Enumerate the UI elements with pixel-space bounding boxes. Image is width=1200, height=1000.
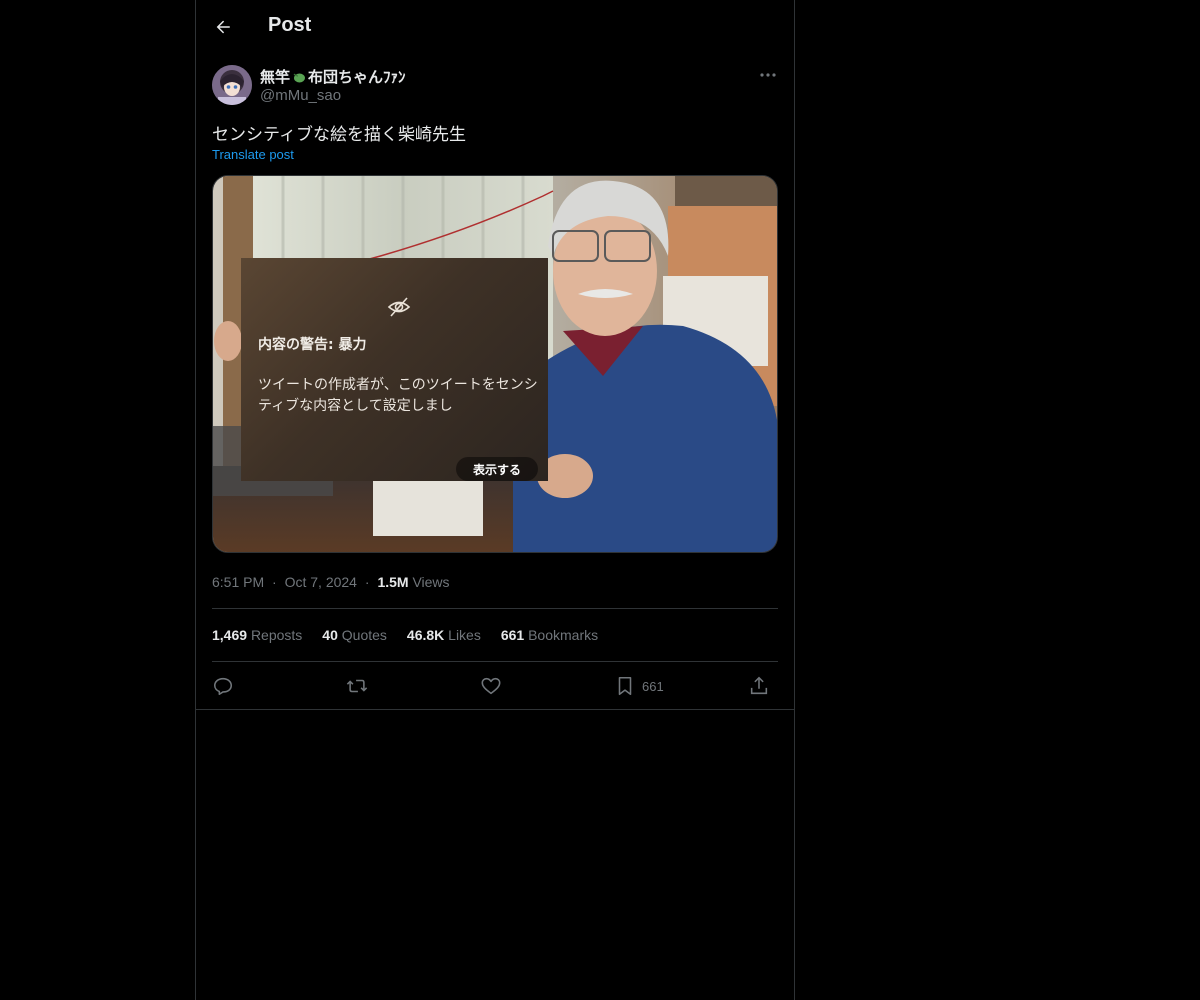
share-button[interactable] bbox=[748, 675, 770, 697]
stat-number: 661 bbox=[500, 627, 525, 643]
bookmark-icon bbox=[618, 676, 632, 696]
post-column: Post 無竿 布団ちゃんﾌｧﾝ @mMu_sao センシティブな絵を描く柴崎先… bbox=[195, 0, 795, 1000]
stat-label: Quotes bbox=[341, 627, 387, 643]
post-time[interactable]: 6:51 PM bbox=[212, 574, 264, 590]
divider bbox=[196, 709, 794, 710]
leaf-emoji-icon bbox=[293, 73, 306, 82]
reposts-stat[interactable]: 1,469 Reposts bbox=[212, 627, 302, 643]
likes-stat[interactable]: 46.8K Likes bbox=[407, 627, 481, 643]
post-media[interactable]: 内容の警告: 暴力 ツイートの作成者が、このツイートをセンシティブな内容として設… bbox=[212, 175, 778, 553]
reply-icon bbox=[213, 677, 233, 696]
stat-label: Likes bbox=[448, 627, 481, 643]
page-title: Post bbox=[268, 14, 312, 36]
display-name-suffix: 布団ちゃんﾌｧﾝ bbox=[308, 69, 406, 86]
post-text: センシティブな絵を描く柴崎先生 bbox=[212, 125, 466, 145]
author-handle[interactable]: @mMu_sao bbox=[260, 87, 341, 104]
repost-icon bbox=[346, 679, 368, 693]
post-date[interactable]: Oct 7, 2024 bbox=[285, 574, 357, 590]
reply-button[interactable] bbox=[212, 675, 234, 697]
stat-label: Bookmarks bbox=[528, 627, 599, 643]
stat-number: 40 bbox=[322, 627, 338, 643]
heart-icon bbox=[481, 677, 501, 695]
stat-number: 1,469 bbox=[212, 627, 248, 643]
more-options-button[interactable] bbox=[756, 65, 780, 85]
bookmark-button[interactable]: 661 bbox=[614, 675, 664, 697]
author-display-name[interactable]: 無竿 布団ちゃんﾌｧﾝ bbox=[260, 66, 406, 87]
stat-label: Reposts bbox=[250, 627, 303, 643]
avatar[interactable] bbox=[212, 65, 252, 105]
bookmarks-stat[interactable]: 661 Bookmarks bbox=[501, 627, 598, 643]
back-button[interactable] bbox=[206, 10, 240, 44]
like-button[interactable] bbox=[480, 675, 502, 697]
arrow-left-icon bbox=[216, 20, 230, 34]
share-icon bbox=[750, 676, 768, 695]
meta-separator: · bbox=[272, 574, 277, 590]
engagement-stats: 1,469 Reposts 40 Quotes 46.8K Likes 661 … bbox=[212, 627, 598, 643]
divider bbox=[212, 661, 778, 662]
post-meta: 6:51 PM · Oct 7, 2024 · 1.5M Views bbox=[212, 574, 450, 590]
bookmark-count: 661 bbox=[642, 678, 664, 694]
warning-title: 内容の警告: 暴力 bbox=[258, 337, 367, 353]
warning-body: ツイートの作成者が、このツイートをセンシティブな内容として設定しまし bbox=[258, 377, 538, 414]
sensitive-content-warning: 内容の警告: 暴力 ツイートの作成者が、このツイートをセンシティブな内容として設… bbox=[241, 258, 548, 481]
divider bbox=[212, 608, 778, 609]
repost-button[interactable] bbox=[346, 675, 368, 697]
translate-post-link[interactable]: Translate post bbox=[212, 147, 294, 162]
more-horizontal-icon bbox=[760, 73, 776, 77]
eye-slash-icon bbox=[387, 297, 411, 317]
meta-separator: · bbox=[364, 574, 370, 590]
display-name-prefix: 無竿 bbox=[260, 69, 291, 86]
views-count: 1.5M bbox=[377, 574, 409, 590]
stat-number: 46.8K bbox=[406, 627, 445, 643]
views-label: Views bbox=[412, 574, 450, 590]
action-bar: 661 bbox=[212, 672, 778, 702]
show-content-button[interactable]: 表示する bbox=[456, 457, 538, 481]
post-header: Post bbox=[196, 0, 794, 54]
quotes-stat[interactable]: 40 Quotes bbox=[322, 627, 387, 643]
